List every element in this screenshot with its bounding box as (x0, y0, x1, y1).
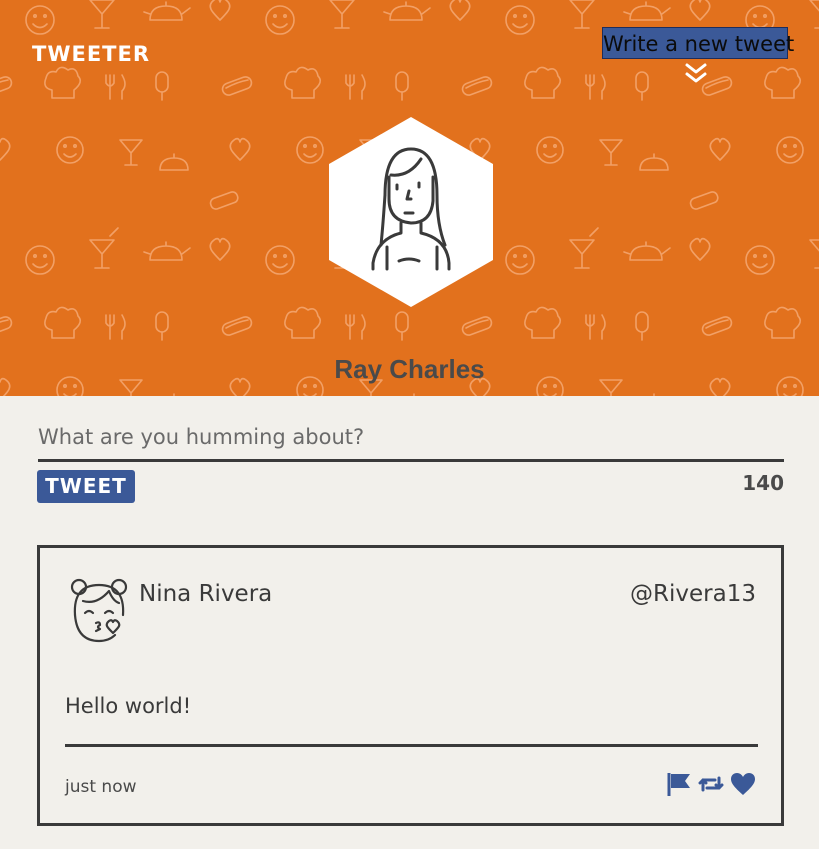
tweet-card: Nina Rivera @Rivera13 Hello world! just … (37, 545, 784, 826)
tweet-compose-input[interactable] (38, 414, 784, 462)
girl-blowing-kiss-icon (70, 578, 128, 643)
tweet-text: Hello world! (65, 694, 192, 718)
profile-avatar (329, 117, 493, 307)
write-new-tweet-link[interactable]: Write a new tweet (602, 27, 794, 59)
tweet-author-handle[interactable]: @Rivera13 (630, 578, 756, 610)
profile-header: TWEETER Write a new tweet Ray Charles (0, 0, 819, 396)
divider (65, 744, 758, 747)
heart-icon[interactable] (730, 771, 756, 797)
tweet-button[interactable]: TWEET (37, 470, 135, 503)
tweet-timestamp: just now (65, 777, 137, 797)
character-counter: 140 (742, 471, 784, 495)
retweet-icon[interactable] (698, 771, 724, 797)
chevron-double-down-icon[interactable] (684, 62, 708, 84)
app-logo[interactable]: TWEETER (32, 42, 150, 66)
tweet-actions (666, 771, 756, 799)
profile-name: Ray Charles (334, 354, 485, 384)
flag-icon[interactable] (666, 771, 692, 797)
tweet-author-name[interactable]: Nina Rivera (139, 578, 299, 610)
